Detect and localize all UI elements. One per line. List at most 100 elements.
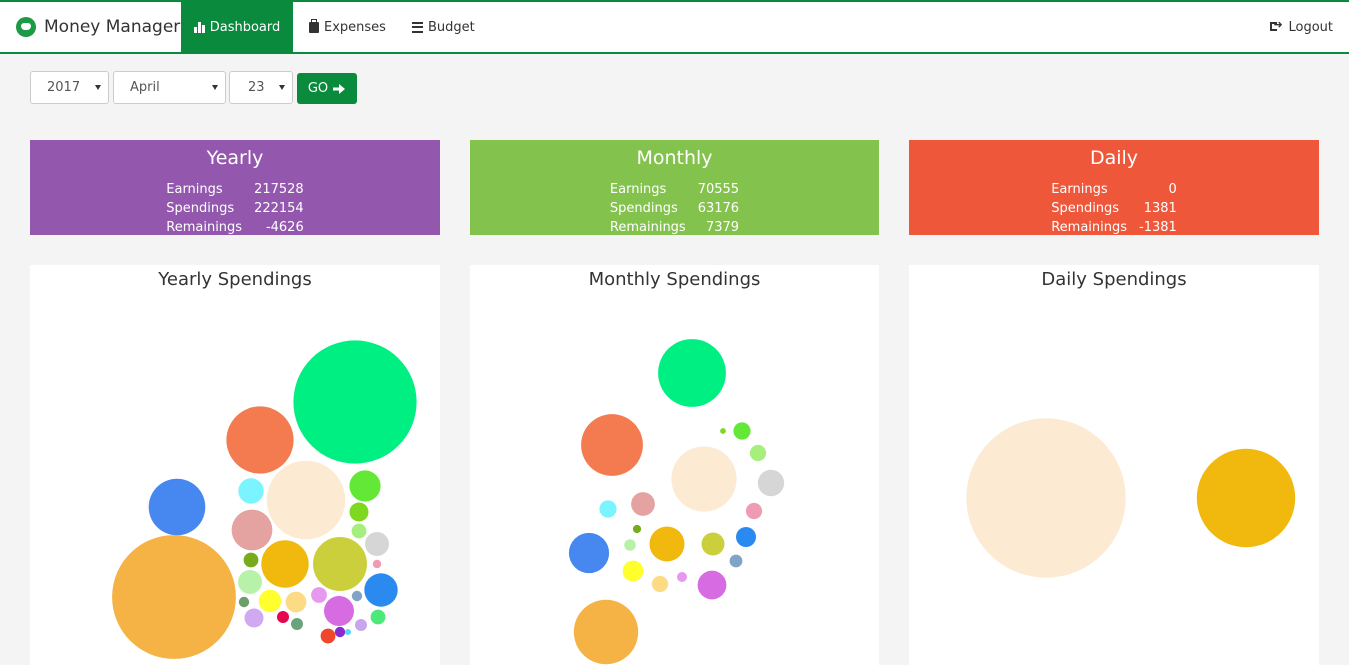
spending-bubble[interactable] xyxy=(148,478,206,536)
brand[interactable]: Money Manager xyxy=(16,2,180,52)
nav-dashboard-label: Dashboard xyxy=(209,19,281,35)
spending-bubble[interactable] xyxy=(277,611,289,623)
spending-bubble[interactable] xyxy=(720,428,726,434)
spending-bubble[interactable] xyxy=(568,532,610,574)
day-select[interactable]: 23 xyxy=(229,71,293,104)
spending-bubble[interactable] xyxy=(631,492,655,516)
spending-bubble[interactable] xyxy=(238,596,250,608)
spending-bubble[interactable] xyxy=(334,626,346,638)
nav-expenses[interactable]: Expenses xyxy=(309,2,386,52)
go-button[interactable]: GO xyxy=(297,73,357,104)
month-select[interactable]: April xyxy=(113,71,226,104)
spending-bubble[interactable] xyxy=(238,478,264,504)
spending-bubble[interactable] xyxy=(729,554,743,568)
piggy-bank-icon xyxy=(16,17,36,37)
spending-bubble[interactable] xyxy=(649,526,685,562)
spending-bubble[interactable] xyxy=(355,619,367,631)
spending-bubble[interactable] xyxy=(266,460,346,540)
remainings-label: Remainings xyxy=(1051,220,1128,235)
yearly-summary-card: Yearly Earnings 217528 Spendings 222154 Re… xyxy=(30,140,440,235)
earnings-value: 217528 xyxy=(254,182,304,197)
logout-icon xyxy=(1270,18,1283,34)
remainings-value: -4626 xyxy=(265,220,304,235)
spending-bubble[interactable] xyxy=(1196,448,1296,548)
spending-bubble[interactable] xyxy=(370,609,386,625)
spending-bubble[interactable] xyxy=(622,560,644,582)
spending-bubble[interactable] xyxy=(651,575,669,593)
spending-bubble[interactable] xyxy=(372,559,382,569)
spendings-value: 63176 xyxy=(697,201,740,216)
earnings-value: 0 xyxy=(1168,182,1177,197)
spending-bubble[interactable] xyxy=(345,629,351,635)
spending-bubble[interactable] xyxy=(112,535,236,659)
top-navbar: Money Manager Dashboard Expenses Budget … xyxy=(0,0,1349,54)
monthly-spendings-panel: Monthly Spendings xyxy=(470,265,879,665)
day-select-value: 23 xyxy=(248,80,265,95)
spending-bubble[interactable] xyxy=(238,570,262,594)
yearly-spendings-panel: Yearly Spendings xyxy=(30,265,440,665)
nav-dashboard[interactable]: Dashboard xyxy=(181,2,293,52)
spending-bubble[interactable] xyxy=(351,590,363,602)
earnings-label: Earnings xyxy=(1051,182,1108,197)
nav-budget-label: Budget xyxy=(428,19,475,35)
spending-bubble[interactable] xyxy=(291,618,303,630)
remainings-value: 7379 xyxy=(705,220,740,235)
summary-title: Monthly xyxy=(636,147,713,169)
spending-bubble[interactable] xyxy=(749,444,767,462)
spending-bubble[interactable] xyxy=(244,608,264,628)
spending-bubble[interactable] xyxy=(581,414,643,476)
spending-bubble[interactable] xyxy=(261,540,309,588)
spending-bubble[interactable] xyxy=(351,523,367,539)
earnings-label: Earnings xyxy=(166,182,223,197)
spending-bubble[interactable] xyxy=(599,500,617,518)
spending-bubble[interactable] xyxy=(966,418,1126,578)
spending-bubble[interactable] xyxy=(243,552,259,568)
spendings-value: 1381 xyxy=(1143,201,1177,216)
month-select-value: April xyxy=(130,80,160,95)
spending-bubble[interactable] xyxy=(293,340,417,464)
spendings-label: Spendings xyxy=(609,201,678,216)
monthly-summary-card: Monthly Earnings 70555 Spendings 63176 Rem… xyxy=(470,140,879,235)
go-button-label: GO xyxy=(307,81,329,96)
spending-bubble[interactable] xyxy=(231,509,273,551)
earnings-label: Earnings xyxy=(609,182,667,197)
spending-bubble[interactable] xyxy=(671,446,737,512)
arrow-right-icon xyxy=(333,83,346,94)
spending-bubble[interactable] xyxy=(733,422,751,440)
spending-bubble[interactable] xyxy=(258,589,282,613)
spending-bubble[interactable] xyxy=(349,502,369,522)
spending-bubble[interactable] xyxy=(632,524,642,534)
spending-bubble[interactable] xyxy=(364,573,398,607)
spending-bubble[interactable] xyxy=(697,570,727,600)
chevron-down-icon xyxy=(95,85,101,90)
spending-bubble[interactable] xyxy=(745,502,763,520)
chevron-down-icon xyxy=(279,85,285,90)
spending-bubble[interactable] xyxy=(285,591,307,613)
spending-bubble[interactable] xyxy=(311,587,327,603)
bar-chart-icon xyxy=(193,21,205,33)
spending-bubble[interactable] xyxy=(313,537,367,591)
spending-bubble[interactable] xyxy=(677,572,687,582)
spending-bubble[interactable] xyxy=(226,406,294,474)
nav-logout[interactable]: Logout xyxy=(1270,2,1333,52)
summary-table: Earnings 70555 Spendings 63176 Remainings 7… xyxy=(610,180,739,237)
spending-bubble[interactable] xyxy=(624,539,636,551)
year-select[interactable]: 2017 xyxy=(30,71,109,104)
spending-bubble[interactable] xyxy=(757,469,785,497)
spending-bubble[interactable] xyxy=(320,628,336,644)
spending-bubble[interactable] xyxy=(701,532,725,556)
summary-title: Daily xyxy=(1089,147,1139,169)
remainings-label: Remainings xyxy=(166,220,243,235)
spending-bubble[interactable] xyxy=(349,470,381,502)
summary-title: Yearly xyxy=(206,147,264,169)
list-icon xyxy=(412,21,423,33)
daily-spendings-panel: Daily Spendings xyxy=(909,265,1319,665)
spending-bubble[interactable] xyxy=(324,596,354,626)
spendings-label: Spendings xyxy=(1051,201,1120,216)
briefcase-icon xyxy=(309,18,319,33)
nav-budget[interactable]: Budget xyxy=(412,2,475,52)
spending-bubble[interactable] xyxy=(365,532,389,556)
spending-bubble[interactable] xyxy=(658,339,726,407)
brand-title: Money Manager xyxy=(44,17,181,37)
spending-bubble[interactable] xyxy=(736,527,756,547)
